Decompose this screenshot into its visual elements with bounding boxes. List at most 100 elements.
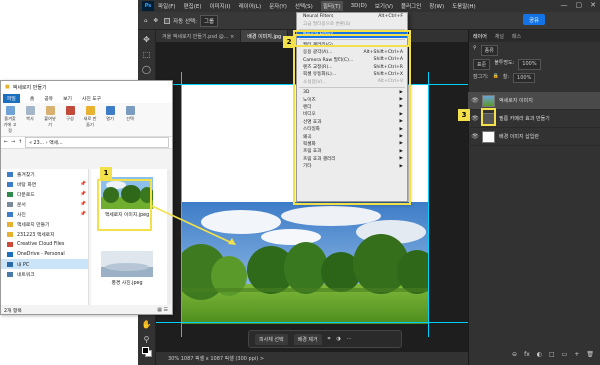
ribbon-label: 복사 (26, 116, 34, 121)
new-layer-icon[interactable]: + (574, 351, 579, 358)
menu-edit[interactable]: 편집(E) (184, 2, 202, 10)
tab-document-1[interactable]: 겨울 액세로지 만들기.psd @... × (156, 30, 242, 42)
tab-home[interactable]: 홈 (30, 95, 34, 102)
opacity-field[interactable]: 100% (518, 59, 541, 70)
nav-item[interactable]: Creative Cloud Files (1, 239, 88, 249)
open-button[interactable]: 열기 (103, 106, 117, 122)
blend-mode-dropdown[interactable]: 표준 (473, 59, 491, 70)
scrollbar[interactable] (167, 169, 171, 305)
menu-file[interactable]: 파일(F) (158, 2, 176, 10)
remove-background-button[interactable]: 배경 제거 (293, 333, 322, 345)
nav-item[interactable]: 사진 📌 (1, 209, 88, 219)
menu-image[interactable]: 이미지(I) (209, 2, 230, 10)
layer-row[interactable]: 👁 배경 이미지 삽입란 (468, 128, 600, 146)
pin-icon: 📌 (80, 201, 86, 207)
tab-paths[interactable]: 패스 (512, 33, 521, 40)
layer-options: ⚲ 종류 표준 불투명도: 100% 잠그기: 🔒 칠: 100% (469, 42, 600, 83)
filter-menu-item[interactable]: Neural Filters Alt+Ctrl+F (297, 13, 407, 20)
move-tool-icon[interactable]: ✥ (142, 35, 152, 45)
nav-item[interactable]: 내 PC (1, 259, 88, 269)
menu-plugins[interactable]: 플러그인 (401, 2, 421, 10)
maximize-icon[interactable]: ▢ (576, 1, 583, 9)
status-bar: 2개 항목 (1, 305, 172, 314)
filter-menu-highlight (293, 30, 411, 205)
tab-picture-tools[interactable]: 사진 도구 (82, 95, 101, 102)
menu-3d[interactable]: 3D(D) (351, 3, 367, 9)
tab-share[interactable]: 공유 (44, 95, 53, 102)
auto-select-checkbox[interactable] (164, 17, 171, 24)
marquee-tool-icon[interactable]: ⬚ (142, 50, 152, 60)
forward-arrow-icon[interactable]: → (11, 140, 15, 145)
callout-badge-1: 1 (100, 167, 112, 179)
nav-item-label: 즐겨찾기 (17, 172, 35, 178)
new-button[interactable]: 새로 만들기 (83, 106, 97, 128)
folder-icon (7, 251, 13, 257)
fx-icon[interactable]: fx (524, 351, 530, 358)
menu-layer[interactable]: 레이어(L) (239, 2, 262, 10)
home-icon[interactable]: ⌂ (144, 18, 148, 24)
menu-select[interactable]: 선택(S) (295, 2, 313, 10)
share-button[interactable]: 공유 (523, 14, 545, 25)
layer-kind-filter[interactable]: 종류 (480, 45, 498, 56)
tab-view[interactable]: 보기 (63, 95, 72, 102)
auto-select-dropdown[interactable]: 그룹 (199, 14, 219, 27)
nav-item[interactable]: 문서 📌 (1, 199, 88, 209)
zoom-tool-icon[interactable]: ⚲ (142, 335, 152, 345)
navigation-pane: 즐겨찾기 바탕 화면 📌 다운로드 📌 문서 📌 사진 📌 액세로지 만들기 231223 액세로지… (1, 169, 89, 305)
nav-item[interactable]: 다운로드 📌 (1, 189, 88, 199)
link-layers-icon[interactable]: ⊖ (512, 351, 517, 358)
tab-document-2[interactable]: 배경 이미지.jpg (241, 30, 289, 42)
close-icon[interactable]: ✕ (590, 1, 596, 9)
visibility-eye-icon[interactable]: 👁 (471, 133, 479, 140)
nav-item[interactable]: 즐겨찾기 (1, 169, 88, 179)
lasso-tool-icon[interactable]: ◯ (142, 65, 152, 75)
delete-layer-icon[interactable]: 🗑 (586, 351, 594, 358)
nav-item[interactable]: OneDrive - Personal (1, 249, 88, 259)
layer-name: 필름 카메라 효과 만들기 (499, 116, 550, 122)
select-button[interactable]: 선택 (123, 106, 137, 122)
tab-layers[interactable]: 레이어 (473, 33, 487, 40)
paste-button[interactable]: 붙여넣기 (43, 106, 57, 128)
file-thumbnail[interactable] (101, 251, 153, 277)
menu-view[interactable]: 보기(V) (375, 2, 393, 10)
visibility-eye-icon[interactable]: 👁 (471, 115, 479, 122)
crop-icon[interactable]: ⌗ (328, 336, 331, 342)
new-group-icon[interactable]: ▭ (562, 351, 568, 358)
foreground-color-swatch[interactable] (142, 347, 149, 354)
folder-icon (7, 181, 13, 187)
adjust-icon[interactable]: ◑ (336, 336, 340, 342)
visibility-eye-icon[interactable]: 👁 (471, 97, 479, 104)
lock-icon[interactable]: 🔒 (493, 73, 499, 83)
nav-item[interactable]: 네트워크 (1, 269, 88, 279)
move-tool-icon[interactable]: ✥ (154, 18, 159, 24)
address-field[interactable]: « 23... › 액세... (25, 137, 169, 148)
nav-item[interactable]: 231223 액세로지 (1, 229, 88, 239)
tab-close-icon[interactable]: × (230, 34, 234, 40)
nav-item-label: 액세로지 만들기 (17, 222, 50, 228)
ribbon-label: 열기 (106, 116, 114, 121)
select-subject-button[interactable]: 피사체 선택 (255, 333, 288, 345)
pin-quick-access-button[interactable]: 즐겨찾기에 고정 (3, 106, 17, 134)
more-options-button[interactable]: ··· (347, 336, 352, 342)
color-swatches[interactable] (142, 347, 152, 357)
minimize-icon[interactable]: — (561, 1, 568, 9)
tab-file[interactable]: 파일 (3, 93, 20, 103)
nav-item[interactable]: 액세로지 만들기 (1, 219, 88, 229)
menu-type[interactable]: 문자(Y) (269, 2, 287, 10)
adjustment-layer-icon[interactable]: ◐ (537, 351, 542, 358)
copy-button[interactable]: 복사 (23, 106, 37, 122)
menu-window[interactable]: 창(W) (429, 2, 444, 10)
up-arrow-icon[interactable]: ↑ (18, 140, 22, 145)
file-name[interactable]: 풍경 사진.jpeg (97, 279, 157, 286)
view-toggle-icons[interactable]: ▦ ☰ (157, 307, 168, 313)
nav-item[interactable]: 바탕 화면 📌 (1, 179, 88, 189)
menu-filter[interactable]: 필터(T) (320, 1, 343, 11)
menu-help[interactable]: 도움말(H) (452, 2, 476, 10)
back-arrow-icon[interactable]: ← (4, 140, 8, 145)
hand-tool-icon[interactable]: ✋ (142, 320, 152, 330)
tab-channels[interactable]: 채널 (495, 33, 504, 40)
fill-field[interactable]: 100% (513, 73, 536, 83)
callout-badge-2: 2 (283, 36, 295, 48)
add-mask-icon[interactable]: □ (549, 351, 555, 358)
organize-button[interactable]: 구성 (63, 106, 77, 122)
